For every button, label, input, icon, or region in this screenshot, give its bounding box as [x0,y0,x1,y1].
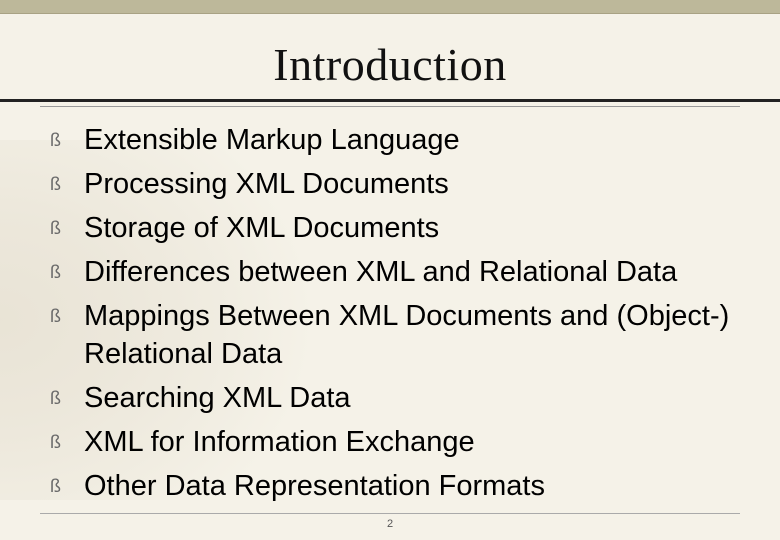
bullet-arrow-icon: ß [50,209,84,247]
slide-content: Introduction ß Extensible Markup Languag… [0,14,780,505]
slide-footer: 2 [0,513,780,532]
bullet-text: Other Data Representation Formats [84,467,545,505]
bullet-text: Storage of XML Documents [84,209,439,247]
slide-title: Introduction [40,38,740,91]
bullet-arrow-icon: ß [50,379,84,417]
bullet-text: Differences between XML and Relational D… [84,253,677,291]
title-underline-thin [40,106,740,107]
bullet-arrow-icon: ß [50,165,84,203]
list-item: ß Searching XML Data [50,379,734,417]
list-item: ß Processing XML Documents [50,165,734,203]
top-accent-bar [0,0,780,14]
page-number: 2 [387,518,393,530]
list-item: ß Other Data Representation Formats [50,467,734,505]
bullet-arrow-icon: ß [50,121,84,159]
bullet-arrow-icon: ß [50,253,84,291]
list-item: ß Mappings Between XML Documents and (Ob… [50,297,734,373]
list-item: ß Storage of XML Documents [50,209,734,247]
list-item: ß Extensible Markup Language [50,121,734,159]
bullet-text: XML for Information Exchange [84,423,475,461]
footer-rule [40,513,740,514]
bullet-text: Processing XML Documents [84,165,449,203]
title-underline-thick [0,99,780,102]
list-item: ß XML for Information Exchange [50,423,734,461]
bullet-text: Extensible Markup Language [84,121,460,159]
bullet-arrow-icon: ß [50,423,84,461]
bullet-list: ß Extensible Markup Language ß Processin… [40,121,740,505]
bullet-text: Mappings Between XML Documents and (Obje… [84,297,734,373]
bullet-text: Searching XML Data [84,379,351,417]
bullet-arrow-icon: ß [50,297,84,335]
bullet-arrow-icon: ß [50,467,84,505]
list-item: ß Differences between XML and Relational… [50,253,734,291]
